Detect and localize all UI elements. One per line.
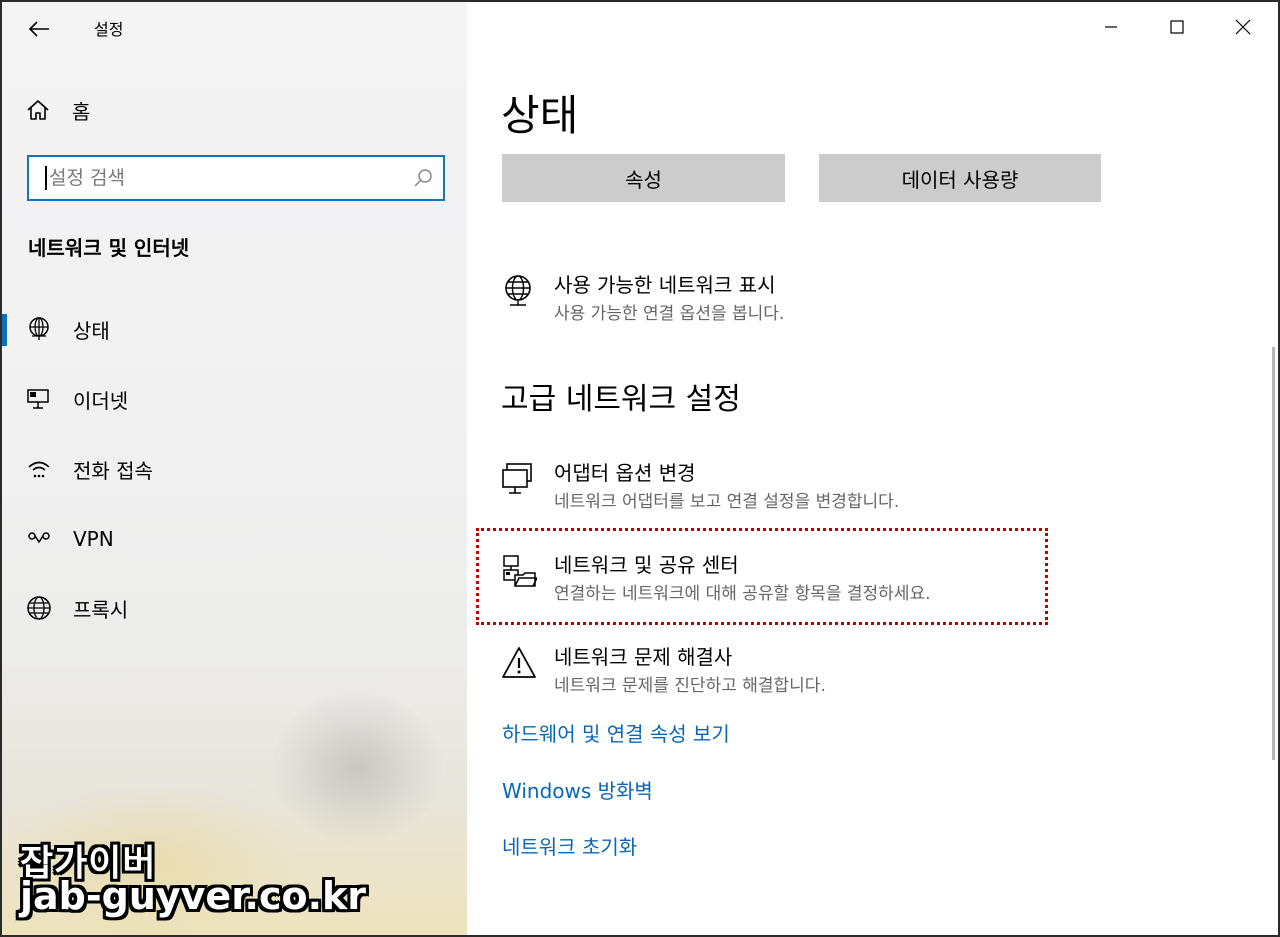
search-icon[interactable] <box>413 168 433 188</box>
globe-icon <box>26 595 52 621</box>
active-indicator <box>2 314 7 346</box>
minimize-icon <box>1105 26 1117 28</box>
show-networks-title: 사용 가능한 네트워크 표시 <box>554 273 776 297</box>
troubleshooter-item[interactable]: 네트워크 문제 해결사 네트워크 문제를 진단하고 해결합니다. <box>501 641 1061 697</box>
vpn-icon <box>26 526 52 552</box>
maximize-icon <box>1170 20 1184 34</box>
main-content: 상태 속성 데이터 사용량 사용 가능한 네트워크 표시 사용 가능한 연결 옵… <box>467 2 1278 935</box>
sidebar-item-proxy[interactable]: 프록시 <box>2 583 467 633</box>
maximize-button[interactable] <box>1154 10 1200 44</box>
sidebar-item-vpn[interactable]: VPN <box>2 514 467 564</box>
sidebar-item-status[interactable]: 상태 <box>2 304 467 354</box>
sidebar-item-label: 이더넷 <box>73 388 129 413</box>
sidebar-item-label: 전화 접속 <box>73 458 153 483</box>
sidebar-item-label: 상태 <box>73 318 110 343</box>
back-button[interactable] <box>24 14 54 44</box>
dialup-icon <box>26 456 52 482</box>
window-title: 설정 <box>94 20 124 39</box>
network-reset-link[interactable]: 네트워크 초기화 <box>502 831 637 860</box>
sharing-center-desc: 연결하는 네트워크에 대해 공유할 항목을 결정하세요. <box>554 584 931 604</box>
data-usage-button[interactable]: 데이터 사용량 <box>819 154 1101 202</box>
globe-network-icon <box>505 275 531 306</box>
section-title: 네트워크 및 인터넷 <box>28 236 190 260</box>
watermark-url: jab-guyver.co.kr <box>20 874 367 918</box>
search-input[interactable] <box>49 167 413 189</box>
adapter-options-item[interactable]: 어댑터 옵션 변경 네트워크 어댑터를 보고 연결 설정을 변경합니다. <box>501 457 1061 513</box>
troubleshooter-desc: 네트워크 문제를 진단하고 해결합니다. <box>554 676 826 696</box>
sidebar-item-dialup[interactable]: 전화 접속 <box>2 444 467 494</box>
hardware-properties-link[interactable]: 하드웨어 및 연결 속성 보기 <box>502 718 730 747</box>
show-networks-desc: 사용 가능한 연결 옵션을 봅니다. <box>554 304 785 324</box>
ethernet-icon <box>26 386 52 412</box>
home-label: 홈 <box>72 99 91 124</box>
show-networks-item[interactable]: 사용 가능한 네트워크 표시 사용 가능한 연결 옵션을 봅니다. <box>501 269 1061 325</box>
sidebar: 설정 홈 네트워크 및 인터넷 상태 <box>2 2 467 935</box>
close-button[interactable] <box>1220 10 1266 44</box>
home-icon <box>27 100 49 120</box>
home-link[interactable]: 홈 <box>26 94 90 126</box>
sidebar-item-label: 프록시 <box>73 597 129 622</box>
sidebar-item-label: VPN <box>73 527 114 551</box>
warning-icon <box>502 647 536 678</box>
adapter-options-desc: 네트워크 어댑터를 보고 연결 설정을 변경합니다. <box>554 492 900 512</box>
properties-button[interactable]: 속성 <box>502 154 785 202</box>
network-adapter-icon <box>502 463 532 494</box>
sharing-center-icon <box>503 555 537 587</box>
firewall-link[interactable]: Windows 방화벽 <box>502 775 653 804</box>
search-box[interactable] <box>27 155 445 201</box>
text-caret <box>45 166 47 190</box>
back-arrow-icon <box>28 21 49 37</box>
globe-network-icon <box>26 316 52 342</box>
advanced-heading: 고급 네트워크 설정 <box>501 382 741 417</box>
close-icon <box>1235 19 1251 35</box>
page-title: 상태 <box>501 91 579 140</box>
troubleshooter-title: 네트워크 문제 해결사 <box>554 645 733 669</box>
scrollbar[interactable] <box>1272 347 1275 760</box>
sharing-center-item[interactable]: 네트워크 및 공유 센터 연결하는 네트워크에 대해 공유할 항목을 결정하세요… <box>501 549 1061 605</box>
sharing-center-title: 네트워크 및 공유 센터 <box>554 553 739 577</box>
adapter-options-title: 어댑터 옵션 변경 <box>554 461 696 485</box>
minimize-button[interactable] <box>1088 10 1134 44</box>
sidebar-item-ethernet[interactable]: 이더넷 <box>2 374 467 424</box>
